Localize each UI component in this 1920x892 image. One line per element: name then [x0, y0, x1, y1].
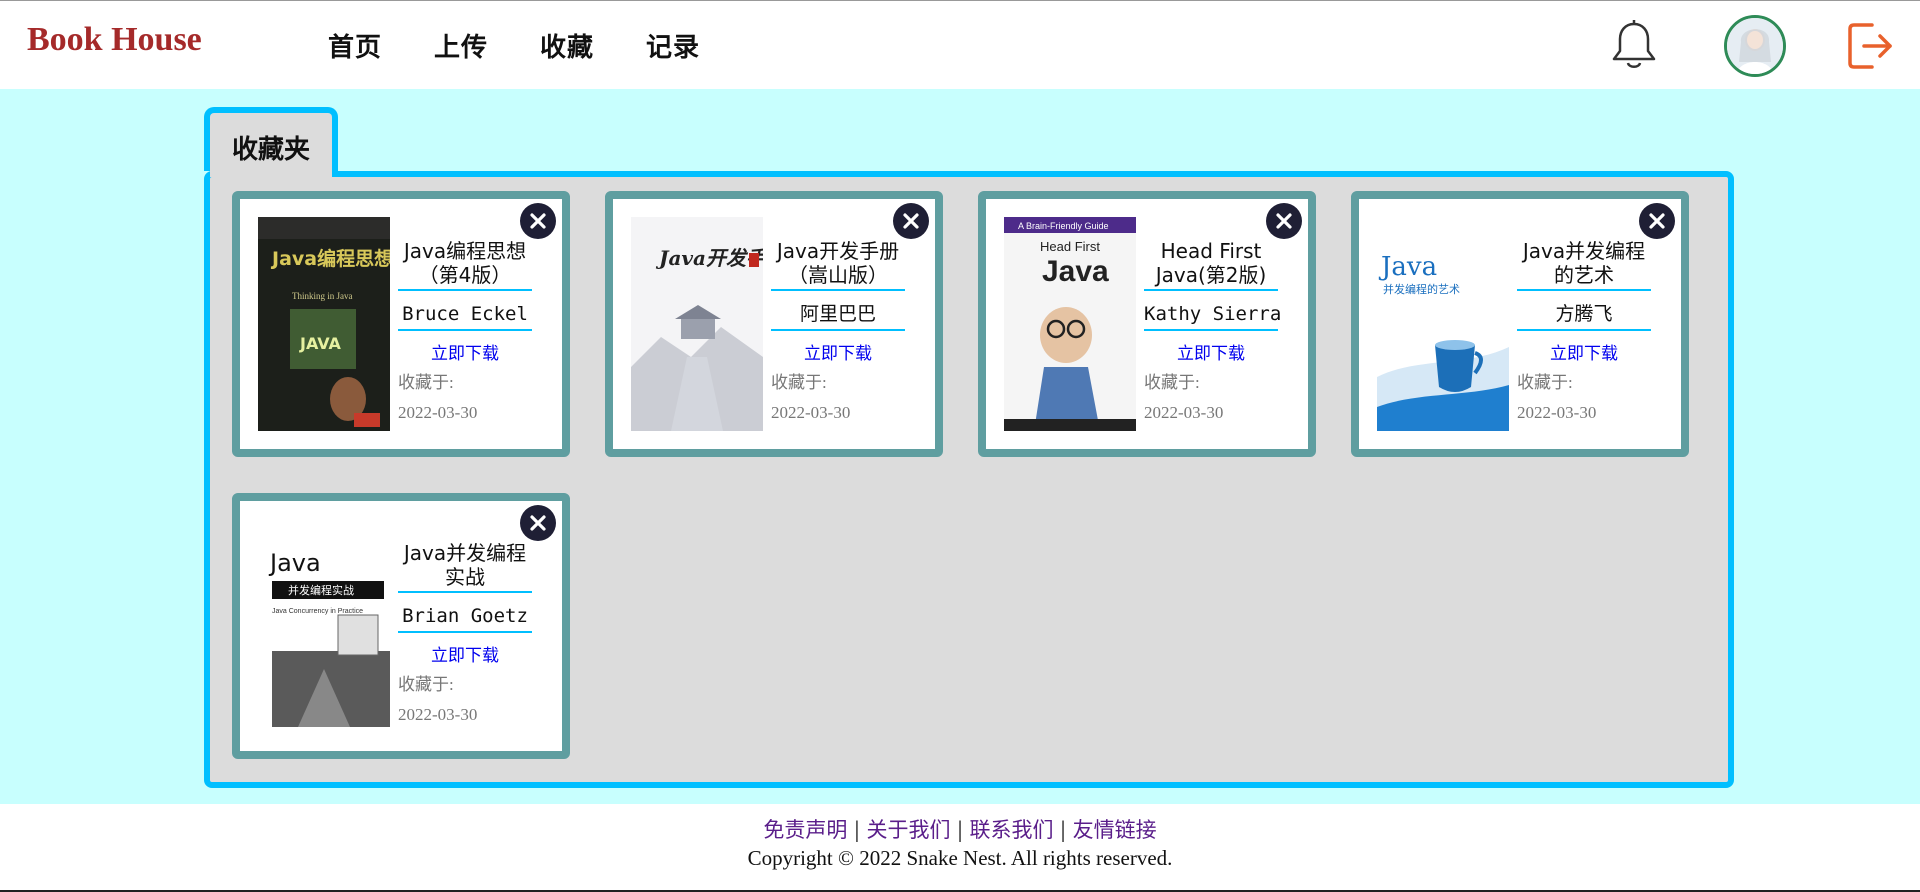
footer-link-about[interactable]: 关于我们 [866, 818, 950, 842]
cover-title-text: Java [1378, 252, 1437, 282]
download-link[interactable]: 立即下载 [771, 339, 905, 364]
nav-item-favorites[interactable]: 收藏 [540, 27, 594, 64]
saved-label: 收藏于: [1517, 373, 1573, 392]
saved-label: 收藏于: [771, 373, 827, 392]
saved-label: 收藏于: [398, 675, 454, 694]
footer-link-contact[interactable]: 联系我们 [970, 818, 1054, 842]
nav-item-upload[interactable]: 上传 [434, 27, 488, 64]
book-cover[interactable]: Java 并发编程的艺术 [1377, 217, 1509, 431]
cover-title-text: Java [268, 549, 321, 577]
avatar[interactable] [1724, 15, 1786, 77]
cover-subtitle-text: 并发编程的艺术 [1383, 282, 1460, 296]
cover-header-text: Head First [1040, 239, 1100, 254]
close-icon[interactable] [1266, 203, 1302, 239]
download-link[interactable]: 立即下载 [1144, 339, 1278, 364]
main-nav: 首页 上传 收藏 记录 [300, 27, 752, 64]
book-author: Brian Goetz [398, 603, 532, 633]
main-content: 收藏夹 Java编程思想 Thinking in Java JAVA Java编… [0, 89, 1920, 804]
copyright-text: Copyright © 2022 Snake Nest. All rights … [747, 846, 1173, 870]
book-cover[interactable]: Java编程思想 Thinking in Java JAVA [258, 217, 390, 431]
book-author: Bruce Eckel [398, 301, 532, 331]
book-cover[interactable]: Java开发手册 [631, 217, 763, 431]
cover-small-text: Java Concurrency in Practice [272, 608, 363, 615]
book-info: Java并发编程的艺术 方腾飞 立即下载 收藏于: 2022-03-30 [1517, 239, 1651, 424]
close-icon[interactable] [520, 505, 556, 541]
book-title: Java开发手册（嵩山版） [771, 239, 905, 291]
top-header: Book House 首页 上传 收藏 记录 [0, 0, 1920, 89]
book-cover[interactable]: Java 并发编程实战 Java Concurrency in Practice [258, 519, 390, 733]
book-info: Java开发手册（嵩山版） 阿里巴巴 立即下载 收藏于: 2022-03-30 [771, 239, 905, 424]
book-card: Java开发手册 Java开发手册（嵩山版） 阿里巴巴 立即下载 收藏于: 20… [605, 191, 943, 457]
saved-date: 2022-03-30 [398, 403, 478, 422]
close-icon[interactable] [520, 203, 556, 239]
saved-date: 2022-03-30 [398, 705, 478, 724]
site-logo[interactable]: Book House [27, 21, 202, 59]
nav-item-home[interactable]: 首页 [328, 27, 382, 64]
book-author: Kathy Sierra [1144, 301, 1281, 331]
saved-label: 收藏于: [398, 373, 454, 392]
book-card: Java 并发编程实战 Java Concurrency in Practice… [232, 493, 570, 759]
cover-subtitle-text: A Brain-Friendly Guide [1018, 221, 1109, 231]
book-info: Java并发编程实战 Brian Goetz 立即下载 收藏于: 2022-03… [398, 541, 532, 726]
close-icon[interactable] [893, 203, 929, 239]
download-link[interactable]: 立即下载 [398, 641, 532, 666]
saved-date: 2022-03-30 [1517, 403, 1597, 422]
footer-link-disclaimer[interactable]: 免责声明 [763, 818, 847, 842]
cover-title-text: Java开发手册 [655, 246, 763, 270]
cover-subtitle-text: 并发编程实战 [288, 583, 354, 597]
favorites-folder-tab[interactable]: 收藏夹 [204, 107, 338, 171]
bell-icon[interactable] [1608, 19, 1660, 73]
nav-item-history[interactable]: 记录 [646, 27, 700, 64]
cover-badge-text: JAVA [299, 334, 342, 353]
book-title: Java编程思想（第4版） [398, 239, 532, 291]
book-title: Java并发编程实战 [398, 541, 532, 593]
folder-tab-label: 收藏夹 [232, 135, 311, 165]
book-cover[interactable]: A Brain-Friendly Guide Head First Java [1004, 217, 1136, 431]
cover-title-text: Java编程思想 [270, 247, 390, 270]
book-card: A Brain-Friendly Guide Head First Java H… [978, 191, 1316, 457]
book-author: 方腾飞 [1517, 301, 1651, 331]
book-title: Java并发编程的艺术 [1517, 239, 1651, 291]
download-link[interactable]: 立即下载 [1517, 339, 1651, 364]
book-info: Java编程思想（第4版） Bruce Eckel 立即下载 收藏于: 2022… [398, 239, 532, 424]
page-footer: 免责声明 | 关于我们 | 联系我们 | 友情链接 Copyright © 2022 Sna… [0, 804, 1920, 892]
favorites-panel: Java编程思想 Thinking in Java JAVA Java编程思想（… [204, 171, 1734, 788]
book-title: Head First Java(第2版) [1144, 239, 1278, 291]
download-link[interactable]: 立即下载 [398, 339, 532, 364]
cover-subtitle-text: Thinking in Java [292, 291, 353, 301]
book-card: Java编程思想 Thinking in Java JAVA Java编程思想（… [232, 191, 570, 457]
saved-date: 2022-03-30 [771, 403, 851, 422]
footer-links: 免责声明 | 关于我们 | 联系我们 | 友情链接 [763, 818, 1157, 842]
close-icon[interactable] [1639, 203, 1675, 239]
saved-date: 2022-03-30 [1144, 403, 1224, 422]
cover-title-text: Java [1042, 255, 1109, 288]
book-info: Head First Java(第2版) Kathy Sierra 立即下载 收… [1144, 239, 1281, 424]
book-card: Java 并发编程的艺术 Java并发编程的艺术 方腾飞 立即下载 收藏于: 2… [1351, 191, 1689, 457]
footer-link-friends[interactable]: 友情链接 [1073, 818, 1157, 842]
book-author: 阿里巴巴 [771, 301, 905, 331]
saved-label: 收藏于: [1144, 373, 1200, 392]
logout-icon[interactable] [1846, 19, 1896, 73]
